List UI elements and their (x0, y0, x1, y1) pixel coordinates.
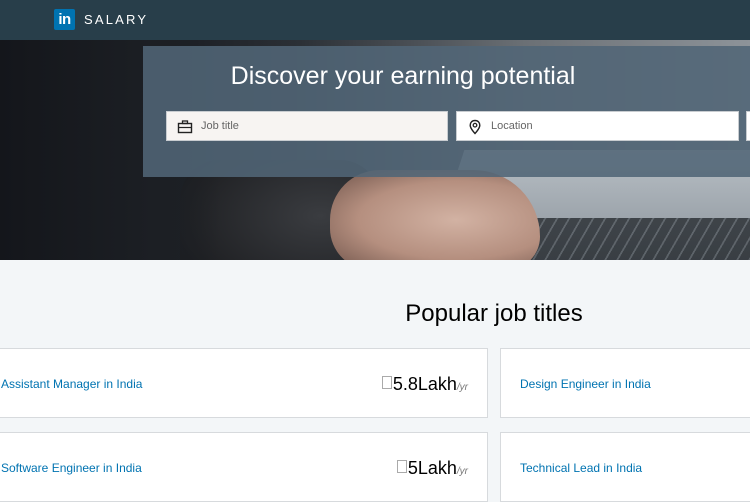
currency-icon (381, 376, 392, 389)
job-card[interactable]: Technical Lead in India (500, 432, 750, 502)
job-card-salary: 5.8Lakh/yr (381, 374, 468, 395)
hero-keyboard-image (505, 218, 750, 260)
popular-job-titles-heading: Popular job titles (405, 300, 583, 327)
job-title-placeholder: Job title (201, 120, 239, 132)
salary-unit: /yr (456, 382, 468, 393)
salary-brand-label[interactable]: SALARY (84, 12, 148, 27)
briefcase-icon (177, 120, 193, 134)
job-card-salary: 5Lakh/yr (396, 458, 468, 479)
job-card[interactable]: Design Engineer in India (500, 348, 750, 418)
salary-amount: 5Lakh (407, 458, 457, 478)
job-card-title[interactable]: Assistant Manager in India (1, 377, 142, 391)
job-card-title[interactable]: Design Engineer in India (520, 377, 651, 391)
job-card[interactable]: Assistant Manager in India 5.8Lakh/yr (0, 348, 488, 418)
job-card[interactable]: Software Engineer in India 5Lakh/yr (0, 432, 488, 502)
job-title-input[interactable]: Job title (166, 111, 448, 141)
top-navigation-bar: in SALARY (0, 0, 750, 40)
search-panel: Discover your earning potential Job titl… (143, 46, 750, 177)
hero-banner: Discover your earning potential Job titl… (0, 40, 750, 260)
salary-amount: 5.8Lakh (392, 374, 457, 394)
job-card-title[interactable]: Technical Lead in India (520, 461, 642, 475)
map-pin-icon (469, 119, 481, 135)
salary-unit: /yr (456, 466, 468, 477)
search-button[interactable] (746, 111, 750, 141)
currency-icon (396, 460, 407, 473)
job-card-title[interactable]: Software Engineer in India (1, 461, 142, 475)
location-placeholder: Location (491, 120, 533, 132)
location-input[interactable]: Location (456, 111, 739, 141)
linkedin-logo[interactable]: in (54, 9, 75, 30)
hero-headline: Discover your earning potential (230, 62, 576, 90)
hero-hand-image (330, 170, 540, 260)
